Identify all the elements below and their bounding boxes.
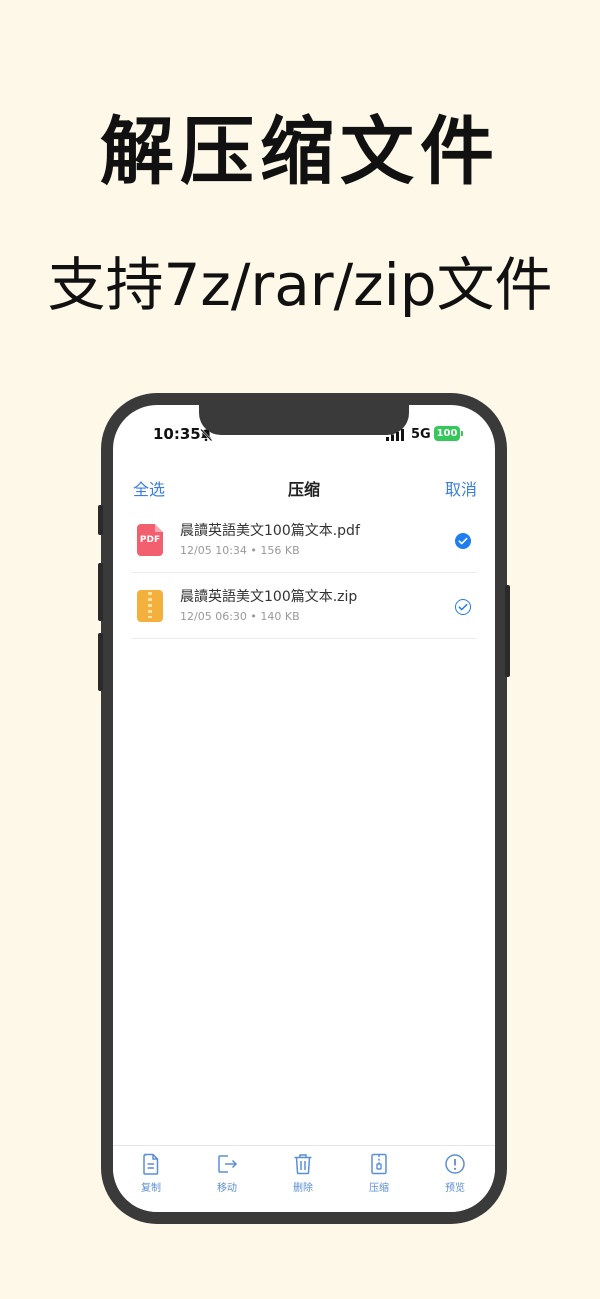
- phone-screen: 10:35 5G 100 全选 压缩 取消 PDF 晨讀英語美文100篇文本.p…: [113, 405, 495, 1212]
- mute-switch: [98, 505, 103, 535]
- volume-down-button: [98, 633, 103, 691]
- copy-button[interactable]: 复制: [113, 1152, 189, 1194]
- promo-headline: 解压缩文件: [100, 109, 500, 195]
- copy-icon: [143, 1153, 159, 1175]
- notch: [199, 405, 409, 435]
- network-label: 5G: [411, 427, 431, 442]
- file-row[interactable]: 晨讀英語美文100篇文本.zip 12/05 06:30 • 140 KB: [131, 572, 477, 639]
- bottom-toolbar: 复制 移动 删除 压缩 预览: [113, 1145, 495, 1212]
- pdf-file-icon: PDF: [137, 524, 163, 556]
- file-row[interactable]: PDF 晨讀英語美文100篇文本.pdf 12/05 10:34 • 156 K…: [131, 506, 477, 573]
- selected-checkmark-icon[interactable]: [455, 533, 471, 549]
- status-time: 10:35: [153, 425, 201, 443]
- preview-label: 预览: [445, 1183, 465, 1194]
- move-icon: [218, 1155, 238, 1173]
- move-label: 移动: [217, 1183, 237, 1194]
- file-name: 晨讀英語美文100篇文本.pdf: [180, 523, 360, 539]
- cancel-button[interactable]: 取消: [445, 476, 477, 500]
- trash-icon: [294, 1154, 312, 1175]
- selected-checkmark-icon[interactable]: [455, 599, 471, 615]
- bell-muted-icon: [200, 428, 213, 442]
- file-meta: 12/05 10:34 • 156 KB: [180, 544, 300, 557]
- file-meta: 12/05 06:30 • 140 KB: [180, 610, 300, 623]
- delete-button[interactable]: 删除: [265, 1152, 341, 1194]
- copy-label: 复制: [141, 1183, 161, 1194]
- compress-label: 压缩: [369, 1183, 389, 1194]
- page-title: 压缩: [287, 480, 320, 499]
- battery-icon: 100: [434, 426, 460, 441]
- info-icon: [445, 1154, 465, 1174]
- move-button[interactable]: 移动: [189, 1152, 265, 1194]
- power-button: [505, 585, 510, 677]
- file-name: 晨讀英語美文100篇文本.zip: [180, 589, 358, 605]
- delete-label: 删除: [293, 1183, 313, 1194]
- phone-frame: 10:35 5G 100 全选 压缩 取消 PDF 晨讀英語美文100篇文本.p…: [98, 393, 510, 1224]
- volume-up-button: [98, 563, 103, 621]
- preview-button[interactable]: 预览: [417, 1152, 493, 1194]
- promo-subheadline: 支持7z/rar/zip文件: [47, 251, 553, 319]
- battery-tip: [461, 431, 463, 436]
- signal-icon: [386, 429, 404, 441]
- pdf-icon-label: PDF: [139, 535, 161, 545]
- compress-button[interactable]: 压缩: [341, 1152, 417, 1194]
- zip-icon: [371, 1153, 387, 1175]
- zip-file-icon: [137, 590, 163, 622]
